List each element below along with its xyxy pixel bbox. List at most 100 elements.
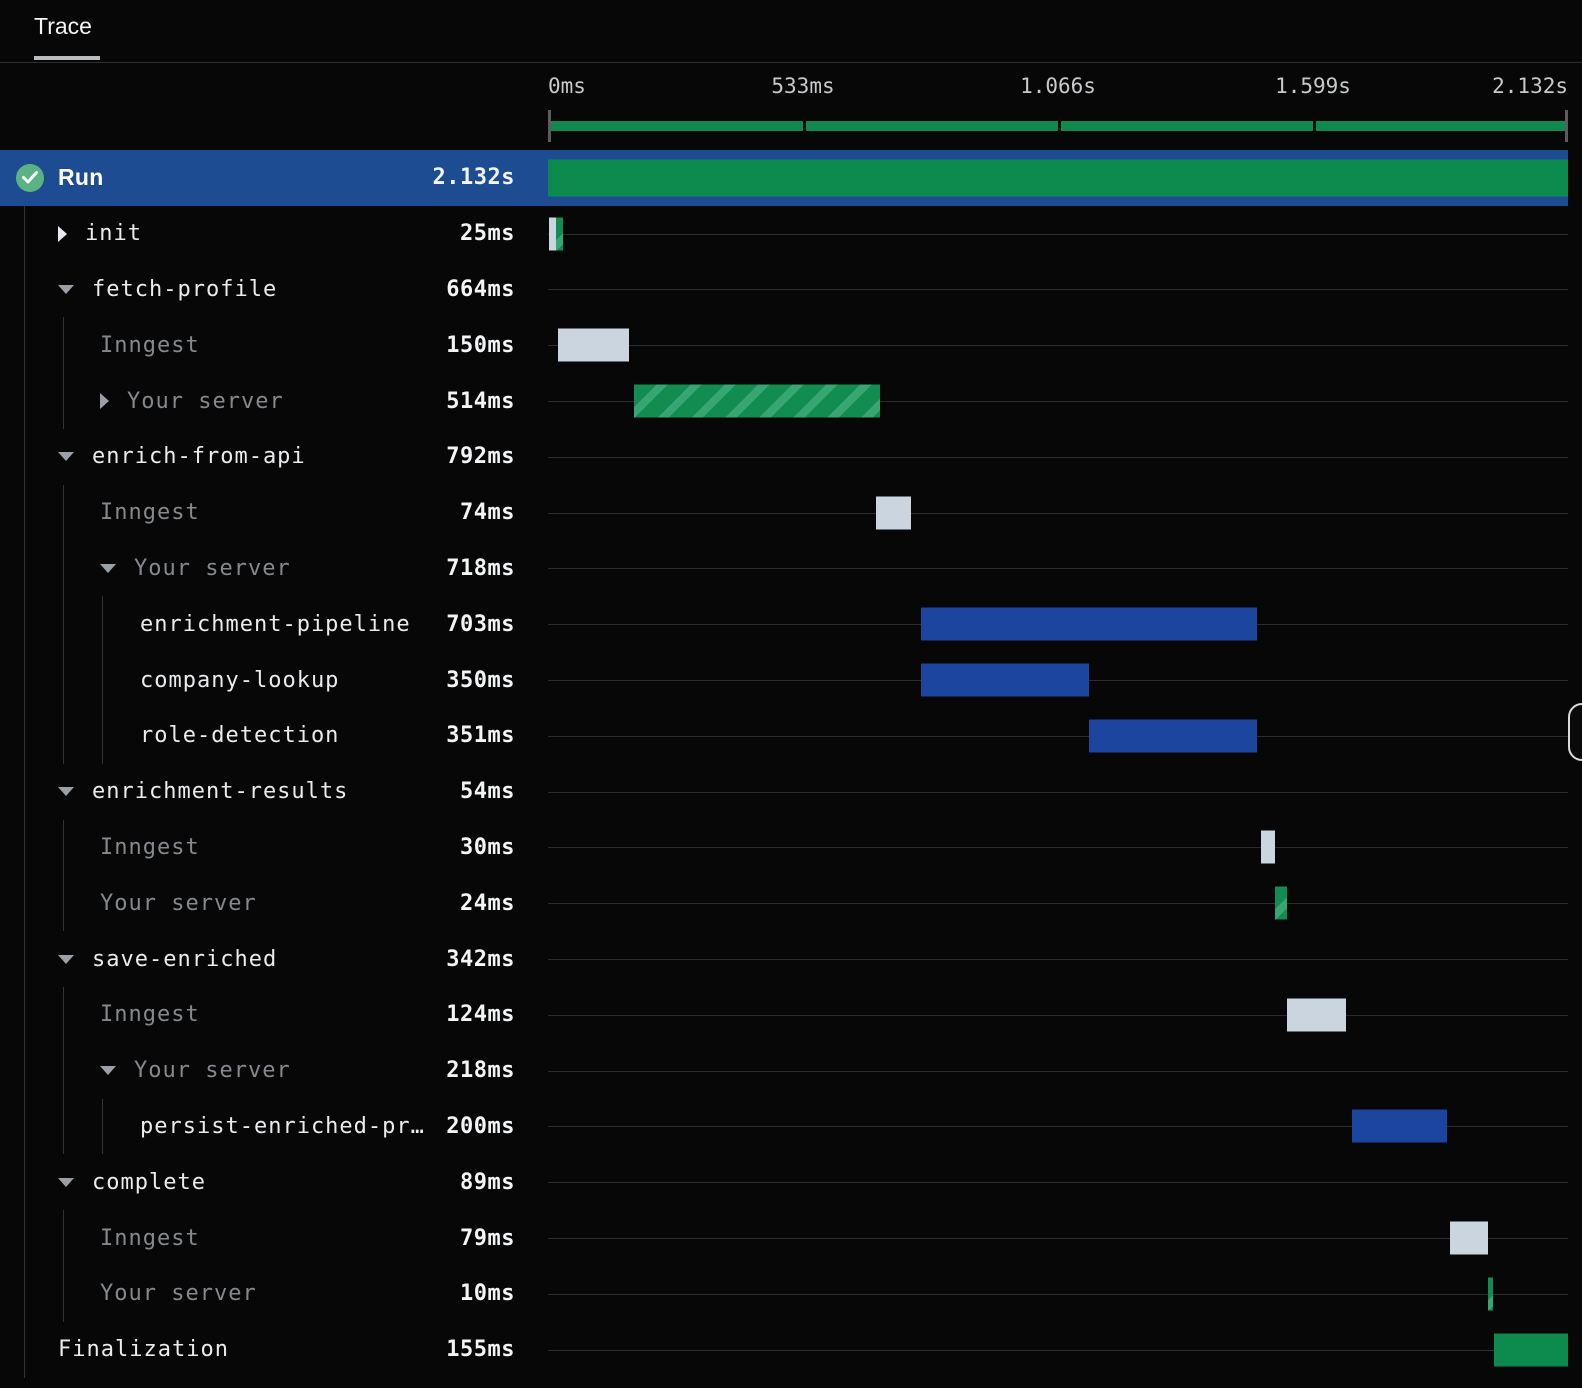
- span-timeline-cell: [548, 1210, 1568, 1266]
- span-bar[interactable]: [1287, 998, 1347, 1032]
- ruler-end-tick: [1565, 110, 1568, 142]
- trace-view: Trace 0ms 533ms 1.066s 1.599s 2.132s Run 2.13…: [0, 0, 1582, 1388]
- span-duration: 10ms: [460, 1281, 515, 1307]
- span-bar[interactable]: [1488, 1277, 1493, 1311]
- row-baseline: [548, 1014, 1568, 1016]
- timeline-ruler[interactable]: [548, 110, 1568, 142]
- trace-row-complete[interactable]: complete 89ms: [0, 1154, 1568, 1211]
- trace-row-finalization[interactable]: Finalization 155ms: [0, 1321, 1568, 1378]
- trace-row-init[interactable]: init 25ms: [0, 205, 1568, 262]
- tab-trace-label: Trace: [34, 13, 92, 39]
- span-duration: 342ms: [446, 946, 515, 972]
- span-timeline-cell: [548, 1322, 1568, 1378]
- ruler-tick-50: [1058, 118, 1061, 134]
- span-bar[interactable]: [557, 328, 630, 362]
- span-timeline-cell: [548, 429, 1568, 485]
- span-duration: 718ms: [446, 555, 515, 581]
- axis-tick-label: 1.599s: [1275, 74, 1351, 98]
- span-timeline-cell: [548, 1266, 1568, 1322]
- row-baseline: [548, 1293, 1568, 1295]
- span-bar[interactable]: [548, 159, 1568, 197]
- span-duration: 351ms: [446, 723, 515, 749]
- row-baseline: [548, 959, 1568, 961]
- span-timeline-cell: [548, 596, 1568, 652]
- span-duration: 79ms: [460, 1225, 515, 1251]
- row-baseline: [548, 903, 1568, 905]
- span-duration: 664ms: [446, 276, 515, 302]
- row-baseline: [548, 1349, 1568, 1351]
- span-bar[interactable]: [1275, 886, 1287, 920]
- ruler-tick-75: [1313, 118, 1316, 134]
- trace-row-role-detection[interactable]: role-detection 351ms: [0, 707, 1568, 764]
- trace-row-company-lookup[interactable]: company-lookup 350ms: [0, 652, 1568, 708]
- trace-row-run[interactable]: Run 2.132s: [0, 150, 1568, 206]
- ruler-tick-25: [803, 118, 806, 134]
- span-timeline-cell: [548, 206, 1568, 262]
- span-duration: 350ms: [446, 667, 515, 693]
- trace-row-save-enriched[interactable]: save-enriched 342ms: [0, 931, 1568, 987]
- span-timeline-cell: [548, 1154, 1568, 1210]
- span-duration: 514ms: [446, 388, 515, 414]
- tab-active-indicator: [34, 56, 100, 60]
- axis-tick-label: 1.066s: [1020, 74, 1096, 98]
- axis-tick-label: 533ms: [771, 74, 835, 98]
- span-timeline-cell: [548, 1043, 1568, 1099]
- trace-row-enrich-from-api[interactable]: enrich-from-api 792ms: [0, 428, 1568, 485]
- span-timeline-cell: [548, 150, 1568, 206]
- axis-tick-label: 0ms: [548, 74, 586, 98]
- trace-row-your-server[interactable]: Your server 218ms: [0, 1042, 1568, 1099]
- span-duration: 89ms: [460, 1169, 515, 1195]
- span-timeline-cell: [548, 317, 1568, 373]
- row-baseline: [548, 289, 1568, 291]
- span-timeline-cell: [548, 541, 1568, 597]
- span-duration: 124ms: [446, 1002, 515, 1028]
- trace-row-inngest[interactable]: Inngest 30ms: [0, 819, 1568, 876]
- trace-row-inngest[interactable]: Inngest 79ms: [0, 1210, 1568, 1266]
- row-baseline: [548, 512, 1568, 514]
- trace-row-enrichment-pipeline[interactable]: enrichment-pipeline 703ms: [0, 596, 1568, 653]
- span-duration: 54ms: [460, 779, 515, 805]
- span-timeline-cell: [548, 485, 1568, 541]
- span-bar[interactable]: [1351, 1109, 1448, 1143]
- span-bar[interactable]: [1260, 830, 1276, 864]
- trace-row-enrichment-results[interactable]: enrichment-results 54ms: [0, 763, 1568, 820]
- row-baseline: [548, 847, 1568, 849]
- span-duration: 74ms: [460, 500, 515, 526]
- side-panel-handle[interactable]: [1568, 703, 1582, 761]
- span-duration: 25ms: [460, 221, 515, 247]
- trace-row-your-server[interactable]: Your server 24ms: [0, 875, 1568, 932]
- span-bar[interactable]: [921, 663, 1089, 697]
- trace-row-fetch-profile[interactable]: fetch-profile 664ms: [0, 261, 1568, 318]
- trace-row-your-server[interactable]: Your server 718ms: [0, 540, 1568, 597]
- span-timeline-cell: [548, 931, 1568, 987]
- row-baseline: [548, 233, 1568, 235]
- span-duration: 792ms: [446, 444, 515, 470]
- row-baseline: [548, 791, 1568, 793]
- span-timeline-cell: [548, 1099, 1568, 1155]
- span-bar[interactable]: [556, 217, 563, 251]
- trace-row-inngest[interactable]: Inngest 74ms: [0, 484, 1568, 541]
- span-bar[interactable]: [875, 496, 912, 530]
- trace-row-your-server[interactable]: Your server 10ms: [0, 1265, 1568, 1322]
- span-duration: 200ms: [446, 1113, 515, 1139]
- trace-span-list: Run 2.132s init 25ms fetch-profile 664ms Innge…: [0, 150, 1568, 1378]
- span-bar[interactable]: [1449, 1221, 1488, 1255]
- tab-trace[interactable]: Trace: [34, 13, 92, 40]
- span-timeline-cell: [548, 708, 1568, 764]
- span-timeline-cell: [548, 652, 1568, 708]
- span-bar[interactable]: [1493, 1333, 1568, 1367]
- span-duration: 218ms: [446, 1058, 515, 1084]
- trace-row-inngest[interactable]: Inngest 150ms: [0, 317, 1568, 374]
- row-baseline: [548, 345, 1568, 347]
- trace-row-inngest[interactable]: Inngest 124ms: [0, 986, 1568, 1043]
- span-bar[interactable]: [634, 384, 881, 418]
- trace-row-persist-enriched-pr[interactable]: persist-enriched-pr… 200ms: [0, 1098, 1568, 1155]
- span-duration: 24ms: [460, 890, 515, 916]
- span-bar[interactable]: [548, 217, 557, 251]
- axis-tick-label: 2.132s: [1492, 74, 1568, 98]
- span-bar[interactable]: [1088, 719, 1257, 753]
- row-baseline: [548, 1070, 1568, 1072]
- row-baseline: [548, 456, 1568, 458]
- span-bar[interactable]: [921, 607, 1258, 641]
- trace-row-your-server[interactable]: Your server 514ms: [0, 373, 1568, 429]
